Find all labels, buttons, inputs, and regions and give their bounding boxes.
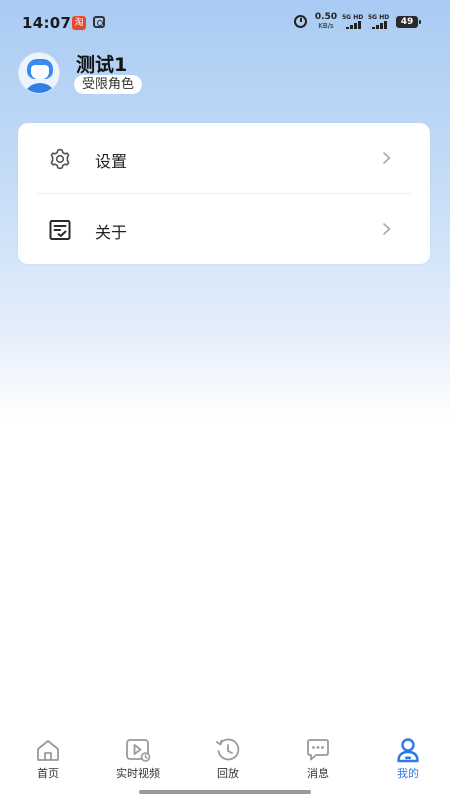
camera-app-icon <box>93 16 105 28</box>
status-time: 14:07 <box>22 14 72 32</box>
alarm-icon <box>294 15 307 28</box>
signal-bars-icon <box>346 21 364 29</box>
nav-label: 实时视频 <box>116 767 160 780</box>
battery-icon: 49 <box>396 16 421 28</box>
chevron-right-icon <box>383 223 391 235</box>
nav-label: 回放 <box>217 767 239 780</box>
role-badge: 受限角色 <box>74 75 143 94</box>
nav-item-live-video[interactable]: 实时视频 <box>93 728 183 788</box>
taobao-icon: 淘 <box>72 16 86 30</box>
menu-item-settings[interactable]: 设置 <box>18 123 430 193</box>
playback-icon <box>216 738 240 761</box>
signal-2-label: 5G HD <box>368 14 390 21</box>
signal-2: 5G HD <box>368 14 392 30</box>
avatar-face <box>31 65 49 79</box>
nav-item-messages[interactable]: 消息 <box>273 728 363 788</box>
signal-bars-icon <box>372 21 390 29</box>
nav-label: 首页 <box>37 767 59 780</box>
network-speed: 0.50 KB/s <box>313 13 339 31</box>
avatar-body <box>23 83 57 93</box>
document-check-icon <box>49 220 71 240</box>
nav-label: 消息 <box>307 767 329 780</box>
video-icon <box>126 739 151 762</box>
nav-item-playback[interactable]: 回放 <box>183 728 273 788</box>
nav-label: 我的 <box>397 767 419 780</box>
nav-item-mine[interactable]: 我的 <box>363 728 450 788</box>
signal-1: 5G HD <box>342 14 366 30</box>
menu-card: 设置 关于 <box>18 123 430 264</box>
message-icon <box>307 739 329 761</box>
status-bar: 14:07 淘 0.50 KB/s 5G HD 5G HD 49 <box>0 0 450 44</box>
user-icon <box>397 738 419 763</box>
avatar[interactable] <box>18 52 60 94</box>
nav-item-home[interactable]: 首页 <box>3 728 93 788</box>
gear-icon <box>50 148 70 170</box>
menu-item-label: 设置 <box>95 152 128 171</box>
menu-item-label: 关于 <box>95 223 128 242</box>
user-name: 测试1 <box>76 54 128 76</box>
network-speed-unit: KB/s <box>318 22 334 30</box>
chevron-right-icon <box>383 152 391 164</box>
network-speed-value: 0.50 <box>314 12 338 22</box>
home-indicator <box>139 790 311 794</box>
menu-item-about[interactable]: 关于 <box>18 194 430 264</box>
signal-1-label: 5G HD <box>342 14 364 21</box>
home-icon <box>37 740 59 761</box>
